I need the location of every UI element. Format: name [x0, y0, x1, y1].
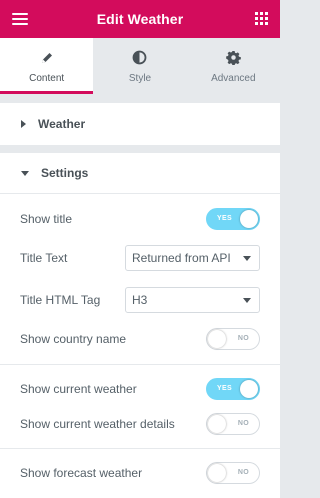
show-forecast-toggle[interactable]: NO — [206, 462, 260, 484]
control-show-title: Show title YES — [0, 199, 280, 239]
gear-icon — [224, 49, 242, 67]
toggle-knob — [208, 415, 226, 433]
caret-down-icon — [21, 170, 29, 176]
show-current-label: Show current weather — [20, 382, 137, 396]
toggle-knob — [240, 210, 258, 228]
control-show-forecast: Show forecast weather NO — [0, 453, 280, 493]
divider — [0, 193, 280, 194]
show-title-toggle[interactable]: YES — [206, 208, 260, 230]
control-show-country: Show country name NO — [0, 319, 280, 359]
section-settings: Settings Show title YES Title Text Retur… — [0, 153, 280, 498]
title-tag-value: H3 — [132, 293, 148, 307]
title-tag-label: Title HTML Tag — [20, 293, 101, 307]
pencil-icon — [38, 49, 56, 67]
panel-header: Edit Weather — [0, 0, 280, 38]
chevron-down-icon — [243, 298, 251, 303]
title-text-value: Returned from API — [132, 251, 231, 265]
grid-icon[interactable] — [255, 12, 268, 25]
tab-content[interactable]: Content — [0, 38, 94, 94]
hamburger-icon[interactable] — [12, 13, 28, 25]
tab-advanced[interactable]: Advanced — [187, 38, 280, 94]
title-text-label: Title Text — [20, 251, 68, 265]
section-weather-label: Weather — [38, 117, 86, 131]
show-current-toggle[interactable]: YES — [206, 378, 260, 400]
title-text-select[interactable]: Returned from API — [125, 245, 260, 271]
show-current-details-label: Show current weather details — [20, 417, 175, 431]
show-country-toggle[interactable]: NO — [206, 328, 260, 350]
toggle-state-text: YES — [217, 385, 232, 392]
control-show-current-details: Show current weather details NO — [0, 404, 280, 444]
control-title-tag: Title HTML Tag H3 — [0, 280, 280, 320]
control-show-current: Show current weather YES — [0, 369, 280, 409]
divider — [0, 364, 280, 365]
section-settings-header[interactable]: Settings — [0, 153, 280, 193]
toggle-knob — [240, 380, 258, 398]
show-forecast-label: Show forecast weather — [20, 466, 143, 480]
toggle-state-text: YES — [217, 215, 232, 222]
toggle-state-text: NO — [237, 335, 249, 342]
toggle-state-text: NO — [237, 420, 249, 427]
divider — [0, 448, 280, 449]
caret-right-icon — [21, 120, 26, 128]
panel-tabs: Content Style Advanced — [0, 38, 280, 94]
toggle-knob — [208, 464, 226, 482]
section-settings-label: Settings — [41, 166, 89, 180]
title-tag-select[interactable]: H3 — [125, 287, 260, 313]
chevron-down-icon — [243, 256, 251, 261]
control-title-text: Title Text Returned from API — [0, 238, 280, 278]
half-circle-icon — [131, 49, 149, 67]
show-country-label: Show country name — [20, 332, 127, 346]
section-weather-header[interactable]: Weather — [0, 103, 280, 145]
tab-advanced-label: Advanced — [211, 72, 256, 84]
toggle-knob — [208, 330, 226, 348]
toggle-state-text: NO — [237, 469, 249, 476]
section-weather: Weather — [0, 103, 280, 145]
tab-style[interactable]: Style — [93, 38, 186, 94]
show-title-label: Show title — [20, 212, 73, 226]
panel-title: Edit Weather — [96, 11, 184, 27]
tab-content-label: Content — [29, 72, 65, 84]
show-current-details-toggle[interactable]: NO — [206, 413, 260, 435]
tab-style-label: Style — [128, 72, 152, 84]
